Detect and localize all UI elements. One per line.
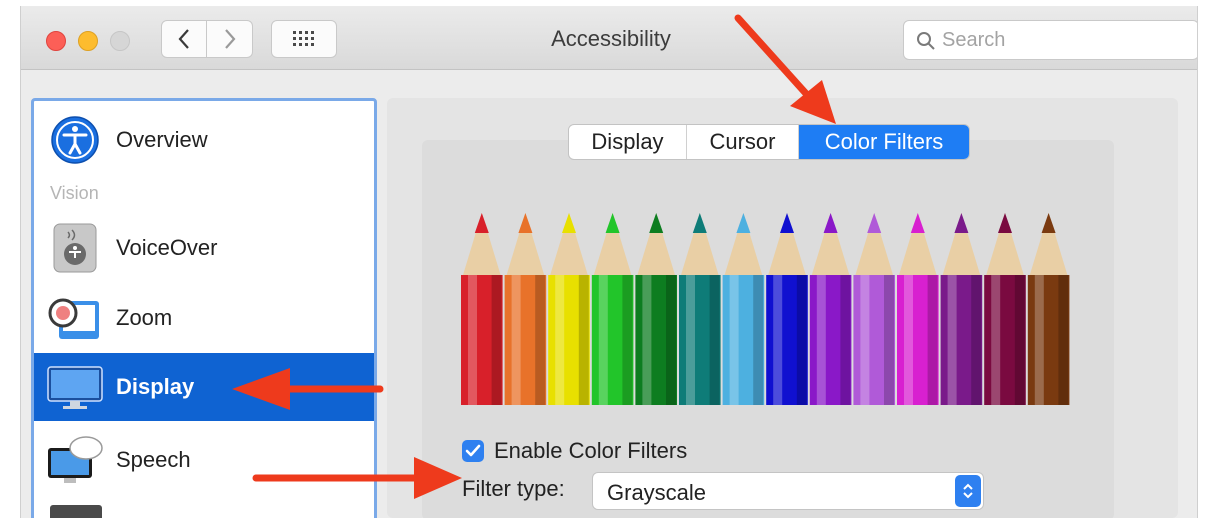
chevron-right-icon xyxy=(224,29,235,49)
search-input[interactable] xyxy=(942,27,1182,53)
window-title: Accessibility xyxy=(551,26,671,51)
search-field[interactable] xyxy=(903,20,1197,60)
title-bar: Accessibility xyxy=(21,6,1197,70)
sidebar-item-display[interactable]: Display xyxy=(34,353,374,421)
search-icon xyxy=(917,32,935,50)
sidebar-item-label: Zoom xyxy=(116,305,173,330)
close-window-button[interactable] xyxy=(46,31,66,51)
sidebar-item-label: Speech xyxy=(116,447,191,472)
forward-button[interactable] xyxy=(207,20,253,58)
tab-cursor[interactable]: Cursor xyxy=(687,125,799,159)
pencil xyxy=(809,213,852,405)
sidebar-item-label: VoiceOver xyxy=(116,235,218,260)
sidebar-item-partial-icon xyxy=(50,505,102,518)
pencil xyxy=(897,213,939,405)
show-all-button[interactable] xyxy=(271,20,337,58)
pencil xyxy=(635,213,677,405)
pencil xyxy=(504,213,547,405)
voiceover-icon xyxy=(46,219,104,277)
back-button[interactable] xyxy=(161,20,207,58)
filter-type-value: Grayscale xyxy=(607,480,707,505)
sidebar-item-label: Overview xyxy=(116,127,208,152)
accessibility-icon xyxy=(46,111,104,169)
filter-type-label: Filter type: xyxy=(462,476,565,501)
pencil xyxy=(722,213,765,405)
enable-color-filters-label: Enable Color Filters xyxy=(494,438,688,463)
pencil xyxy=(679,213,721,405)
pencil xyxy=(461,213,503,405)
pencil xyxy=(853,213,895,405)
sidebar-item-overview[interactable]: Overview xyxy=(34,107,374,173)
sidebar-item-label: Display xyxy=(116,374,195,399)
pencil xyxy=(766,213,808,405)
sidebar: Overview Vision VoiceOver Zoom Display S… xyxy=(31,98,377,518)
enable-color-filters-checkbox[interactable] xyxy=(462,440,484,462)
pencil xyxy=(1027,213,1070,405)
sidebar-item-speech[interactable]: Speech xyxy=(34,427,374,493)
sidebar-section-vision: Vision xyxy=(50,183,99,203)
chevron-left-icon xyxy=(178,29,189,49)
color-pencils-illustration xyxy=(461,213,1070,405)
sidebar-item-zoom[interactable]: Zoom xyxy=(34,285,374,351)
sidebar-item-voiceover[interactable]: VoiceOver xyxy=(34,215,374,281)
display-icon xyxy=(46,358,104,416)
speech-icon xyxy=(46,431,104,489)
tab-color-filters[interactable]: Color Filters xyxy=(799,125,969,159)
zoom-window-button[interactable] xyxy=(110,31,130,51)
pencil xyxy=(984,213,1026,405)
enable-color-filters-row: Enable Color Filters xyxy=(462,438,687,464)
zoom-icon xyxy=(46,289,104,347)
checkmark-icon xyxy=(465,444,481,457)
tab-bar: Display Cursor Color Filters xyxy=(568,124,970,160)
pencil xyxy=(591,213,634,405)
minimize-window-button[interactable] xyxy=(78,31,98,51)
tab-display[interactable]: Display xyxy=(569,125,687,159)
pencil xyxy=(940,213,983,405)
grid-icon xyxy=(293,31,314,46)
updown-chevron-icon xyxy=(955,475,981,507)
filter-type-row: Filter type: Grayscale xyxy=(462,472,984,510)
filter-type-select[interactable]: Grayscale xyxy=(592,472,984,510)
pencil xyxy=(548,213,590,405)
